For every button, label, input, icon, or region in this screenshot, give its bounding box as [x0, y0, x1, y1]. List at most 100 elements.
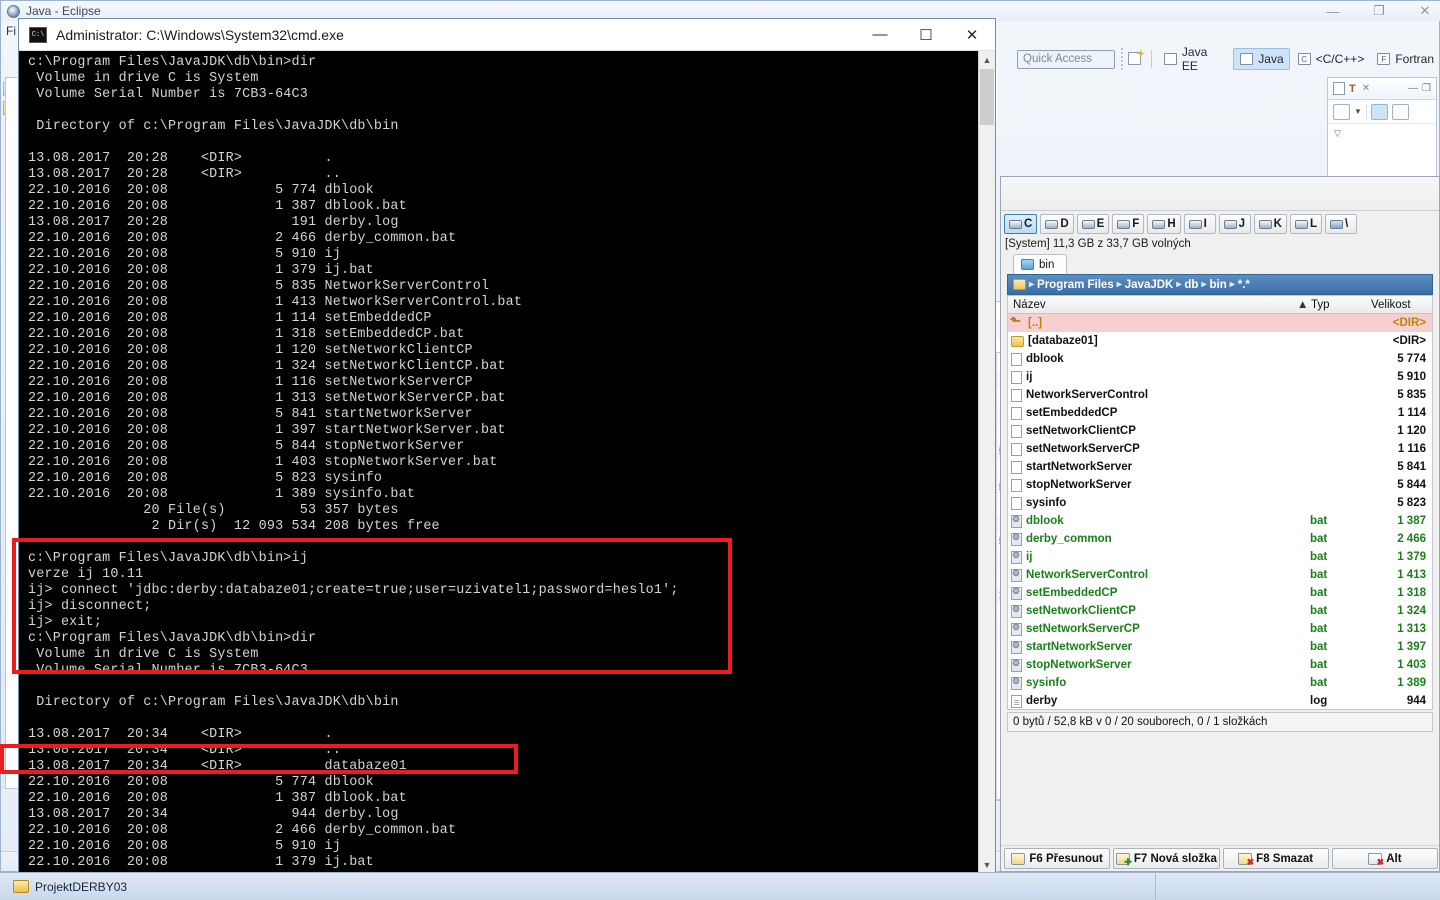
file-list[interactable]: [..] <DIR> [databaze01]<DIR>dblook5 774ij5… [1007, 314, 1433, 710]
open-perspective-icon[interactable]: ✦ [1127, 50, 1145, 68]
file-icon [1011, 461, 1022, 474]
cmd-maximize-button[interactable]: ☐ [903, 19, 949, 51]
file-row[interactable]: NetworkServerControl5 835 [1008, 386, 1432, 404]
file-row[interactable]: [databaze01]<DIR> [1008, 332, 1432, 350]
file-row[interactable]: NetworkServerControlbat1 413 [1008, 566, 1432, 584]
file-row[interactable]: [..] <DIR> [1008, 314, 1432, 332]
file-type: bat [1310, 641, 1366, 653]
file-name: [..] [1028, 317, 1042, 329]
scroll-down-arrow-icon[interactable]: ▼ [979, 856, 995, 873]
function-button-f6[interactable]: F6 Přesunout [1004, 848, 1110, 869]
file-row[interactable]: startNetworkServer5 841 [1008, 458, 1432, 476]
file-row[interactable]: setNetworkServerCP1 116 [1008, 440, 1432, 458]
scroll-up-arrow-icon[interactable]: ▲ [979, 51, 995, 68]
drive-button-E[interactable]: E [1077, 214, 1110, 234]
file-icon [1011, 353, 1022, 366]
perspective-cpp-label: <C/C++> [1316, 52, 1365, 66]
drive-button-J[interactable]: J [1219, 214, 1251, 234]
file-row[interactable]: setNetworkServerCPbat1 313 [1008, 620, 1432, 638]
new-item-icon[interactable] [1333, 104, 1350, 120]
breadcrumb-item-1[interactable]: JavaJDK [1125, 279, 1174, 291]
column-header-size[interactable]: Velikost [1366, 299, 1432, 311]
hierarchical-layout-icon[interactable] [1371, 104, 1388, 120]
perspective-cpp[interactable]: C <C/C++> [1292, 49, 1370, 69]
cmd-scrollbar[interactable]: ▲ ▼ [978, 51, 995, 873]
outline-collapse-icon[interactable]: ▽ [1328, 124, 1436, 143]
file-row[interactable]: derbylog944 [1008, 692, 1432, 710]
breadcrumb-item-3[interactable]: bin [1209, 279, 1226, 291]
drive-icon [1152, 220, 1165, 229]
function-button-f7[interactable]: F7 Nová složka [1113, 848, 1219, 869]
bat-file-icon [1011, 587, 1022, 600]
outline-tab[interactable]: T ✕ — ❐ [1328, 78, 1436, 100]
outline-minimize-button[interactable]: — [1408, 83, 1418, 94]
cmd-console-body[interactable]: c:\Program Files\JavaJDK\db\bin>dir Volu… [19, 51, 995, 873]
file-row[interactable]: setNetworkClientCP1 120 [1008, 422, 1432, 440]
cmd-close-button[interactable]: ✕ [949, 19, 995, 51]
drive-button-F[interactable]: F [1112, 214, 1144, 234]
sort-icon[interactable] [1392, 104, 1409, 120]
file-name: startNetworkServer [1026, 641, 1132, 653]
breadcrumb-item-4[interactable]: *.* [1238, 279, 1250, 291]
function-button-f8[interactable]: F8 Smazat [1223, 848, 1329, 869]
file-row[interactable]: setNetworkClientCPbat1 324 [1008, 602, 1432, 620]
perspective-java-ee[interactable]: Java EE [1158, 42, 1231, 76]
file-row[interactable]: derby_commonbat2 466 [1008, 530, 1432, 548]
eclipse-minimize-button[interactable]: — [1323, 4, 1343, 19]
delete-icon [1238, 853, 1252, 865]
scrollbar-thumb[interactable] [980, 69, 994, 125]
file-row[interactable]: sysinfo5 823 [1008, 494, 1432, 512]
file-row[interactable]: ij5 910 [1008, 368, 1432, 386]
chevron-down-icon[interactable]: ▼ [1354, 107, 1362, 116]
perspective-fortran[interactable]: F Fortran [1371, 49, 1439, 69]
windows-taskbar: ProjektDERBY03 [0, 872, 1440, 900]
taskbar-item-projektderby03[interactable]: ProjektDERBY03 [4, 875, 136, 899]
file-row[interactable]: startNetworkServerbat1 397 [1008, 638, 1432, 656]
drive-button-K[interactable]: K [1254, 214, 1287, 234]
drive-button-L[interactable]: L [1290, 214, 1322, 234]
folder-tab-bin[interactable]: bin [1013, 254, 1067, 274]
eclipse-restore-button[interactable]: ❐ [1369, 3, 1389, 19]
breadcrumb[interactable]: ▸ Program Files ▸ JavaJDK ▸ db ▸ bin ▸ *… [1007, 274, 1433, 295]
quick-access-input[interactable]: Quick Access [1017, 50, 1115, 69]
eclipse-close-button[interactable]: ✕ [1415, 3, 1435, 19]
file-name: sysinfo [1026, 497, 1066, 509]
file-row[interactable]: sysinfobat1 389 [1008, 674, 1432, 692]
sort-ascending-icon[interactable]: ▲ [1292, 299, 1306, 311]
cmd-minimize-button[interactable]: — [857, 19, 903, 51]
function-button-label: F7 Nová složka [1134, 853, 1217, 865]
outline-tab-label: T [1349, 83, 1356, 95]
file-row[interactable]: stopNetworkServerbat1 403 [1008, 656, 1432, 674]
file-size: <DIR> [1366, 317, 1432, 329]
file-row[interactable]: setEmbeddedCPbat1 318 [1008, 584, 1432, 602]
file-row[interactable]: setEmbeddedCP1 114 [1008, 404, 1432, 422]
function-button-label: F6 Přesunout [1029, 853, 1102, 865]
file-row[interactable]: stopNetworkServer5 844 [1008, 476, 1432, 494]
file-row[interactable]: dblook5 774 [1008, 350, 1432, 368]
file-name: setNetworkClientCP [1026, 605, 1136, 617]
breadcrumb-item-2[interactable]: db [1184, 279, 1198, 291]
function-button-alt[interactable]: Alt [1332, 848, 1438, 869]
cpp-perspective-icon: C [1297, 52, 1312, 66]
drive-button-C[interactable]: C [1004, 214, 1037, 234]
perspective-java[interactable]: Java [1233, 48, 1289, 70]
file-row[interactable]: dblookbat1 387 [1008, 512, 1432, 530]
file-icon [1011, 443, 1022, 456]
drive-button-D[interactable]: D [1040, 214, 1073, 234]
file-size: 1 318 [1366, 587, 1432, 599]
outline-close-icon[interactable]: ✕ [1362, 83, 1370, 94]
drive-button-I[interactable]: I [1184, 214, 1216, 234]
drive-button-label: L [1310, 218, 1317, 230]
column-header-type[interactable]: Typ [1306, 299, 1366, 311]
outline-toolbar: ▼ [1328, 100, 1436, 124]
outline-maximize-button[interactable]: ❐ [1422, 83, 1431, 94]
drive-button-label: J [1239, 218, 1245, 230]
file-size: 1 324 [1366, 605, 1432, 617]
drive-button-root[interactable]: \ [1325, 214, 1357, 234]
column-header-name[interactable]: Název [1008, 299, 1292, 311]
breadcrumb-item-0[interactable]: Program Files [1037, 279, 1114, 291]
drive-button-H[interactable]: H [1147, 214, 1180, 234]
console-output-bottom: Directory of c:\Program Files\JavaJDK\db… [28, 679, 973, 871]
menu-item-file[interactable]: Fi [6, 24, 16, 38]
file-row[interactable]: ijbat1 379 [1008, 548, 1432, 566]
